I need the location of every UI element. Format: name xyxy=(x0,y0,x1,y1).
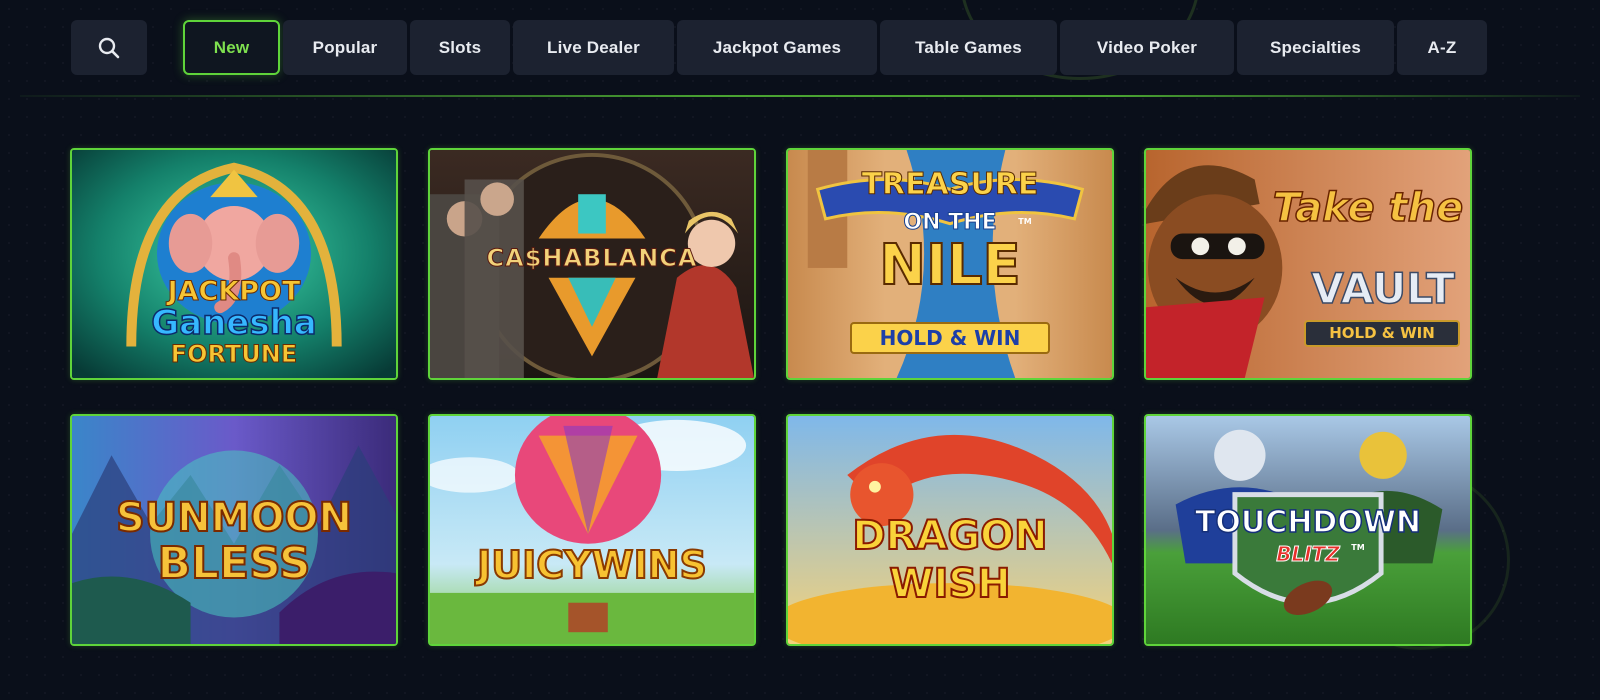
tab-jackpot-games[interactable]: Jackpot Games xyxy=(677,20,877,75)
game-card-sunmoon-bless[interactable]: SUNMOON BLESS xyxy=(70,414,398,646)
game-title-line2: ON THE xyxy=(903,210,997,235)
tab-popular[interactable]: Popular xyxy=(283,20,407,75)
game-card-juicywins[interactable]: JUICYWINS xyxy=(428,414,756,646)
game-title: JUICYWINS xyxy=(476,543,708,587)
game-title-line3: FORTUNE xyxy=(170,340,298,368)
category-nav: New Popular Slots Live Dealer Jackpot Ga… xyxy=(0,0,1600,97)
tab-video-poker[interactable]: Video Poker xyxy=(1060,20,1234,75)
game-title-line1: Take the xyxy=(1272,185,1464,231)
game-title-line1: JACKPOT xyxy=(167,276,301,307)
game-title-line3: NILE xyxy=(878,233,1022,298)
search-icon xyxy=(98,37,120,58)
tab-a-z[interactable]: A-Z xyxy=(1397,20,1487,75)
game-title-line1: TOUCHDOWN xyxy=(1194,505,1422,540)
game-title: CA$HABLANCA xyxy=(486,244,698,272)
game-badge: HOLD & WIN xyxy=(1304,320,1460,347)
game-card-jackpot-ganesha-fortune[interactable]: JACKPOT Ganesha FORTUNE xyxy=(70,148,398,380)
game-title-line1: SUNMOON xyxy=(115,495,353,541)
tab-new[interactable]: New xyxy=(183,20,280,75)
game-card-take-the-vault[interactable]: Take the VAULT HOLD & WIN xyxy=(1144,148,1472,380)
tab-specialties[interactable]: Specialties xyxy=(1237,20,1394,75)
category-tabs: New Popular Slots Live Dealer Jackpot Ga… xyxy=(183,20,1487,75)
game-title-line2: Ganesha xyxy=(150,303,317,343)
tab-table-games[interactable]: Table Games xyxy=(880,20,1057,75)
game-card-touchdown-blitz[interactable]: TOUCHDOWN BLITZ TM xyxy=(1144,414,1472,646)
game-title-line2: VAULT xyxy=(1311,264,1456,313)
game-title-line1: TREASURE xyxy=(861,167,1039,202)
tab-live-dealer[interactable]: Live Dealer xyxy=(513,20,674,75)
nav-divider xyxy=(20,95,1580,97)
game-card-treasure-on-the-nile[interactable]: TREASURE ON THE NILE TM HOLD & WIN xyxy=(786,148,1114,380)
tab-slots[interactable]: Slots xyxy=(410,20,510,75)
search-button[interactable] xyxy=(71,20,147,75)
game-badge: HOLD & WIN xyxy=(850,322,1050,354)
game-title-line1: DRAGON xyxy=(851,513,1048,559)
game-title-line2: WISH xyxy=(888,561,1011,607)
game-card-cashablanca[interactable]: CA$HABLANCA xyxy=(428,148,756,380)
game-thumbnail xyxy=(430,416,754,644)
game-card-dragon-wish[interactable]: DRAGON WISH xyxy=(786,414,1114,646)
trademark-mark: TM xyxy=(1351,543,1365,552)
game-title-line2: BLESS xyxy=(156,538,311,589)
game-title-line2: BLITZ xyxy=(1276,542,1341,566)
trademark-mark: TM xyxy=(1018,217,1032,226)
